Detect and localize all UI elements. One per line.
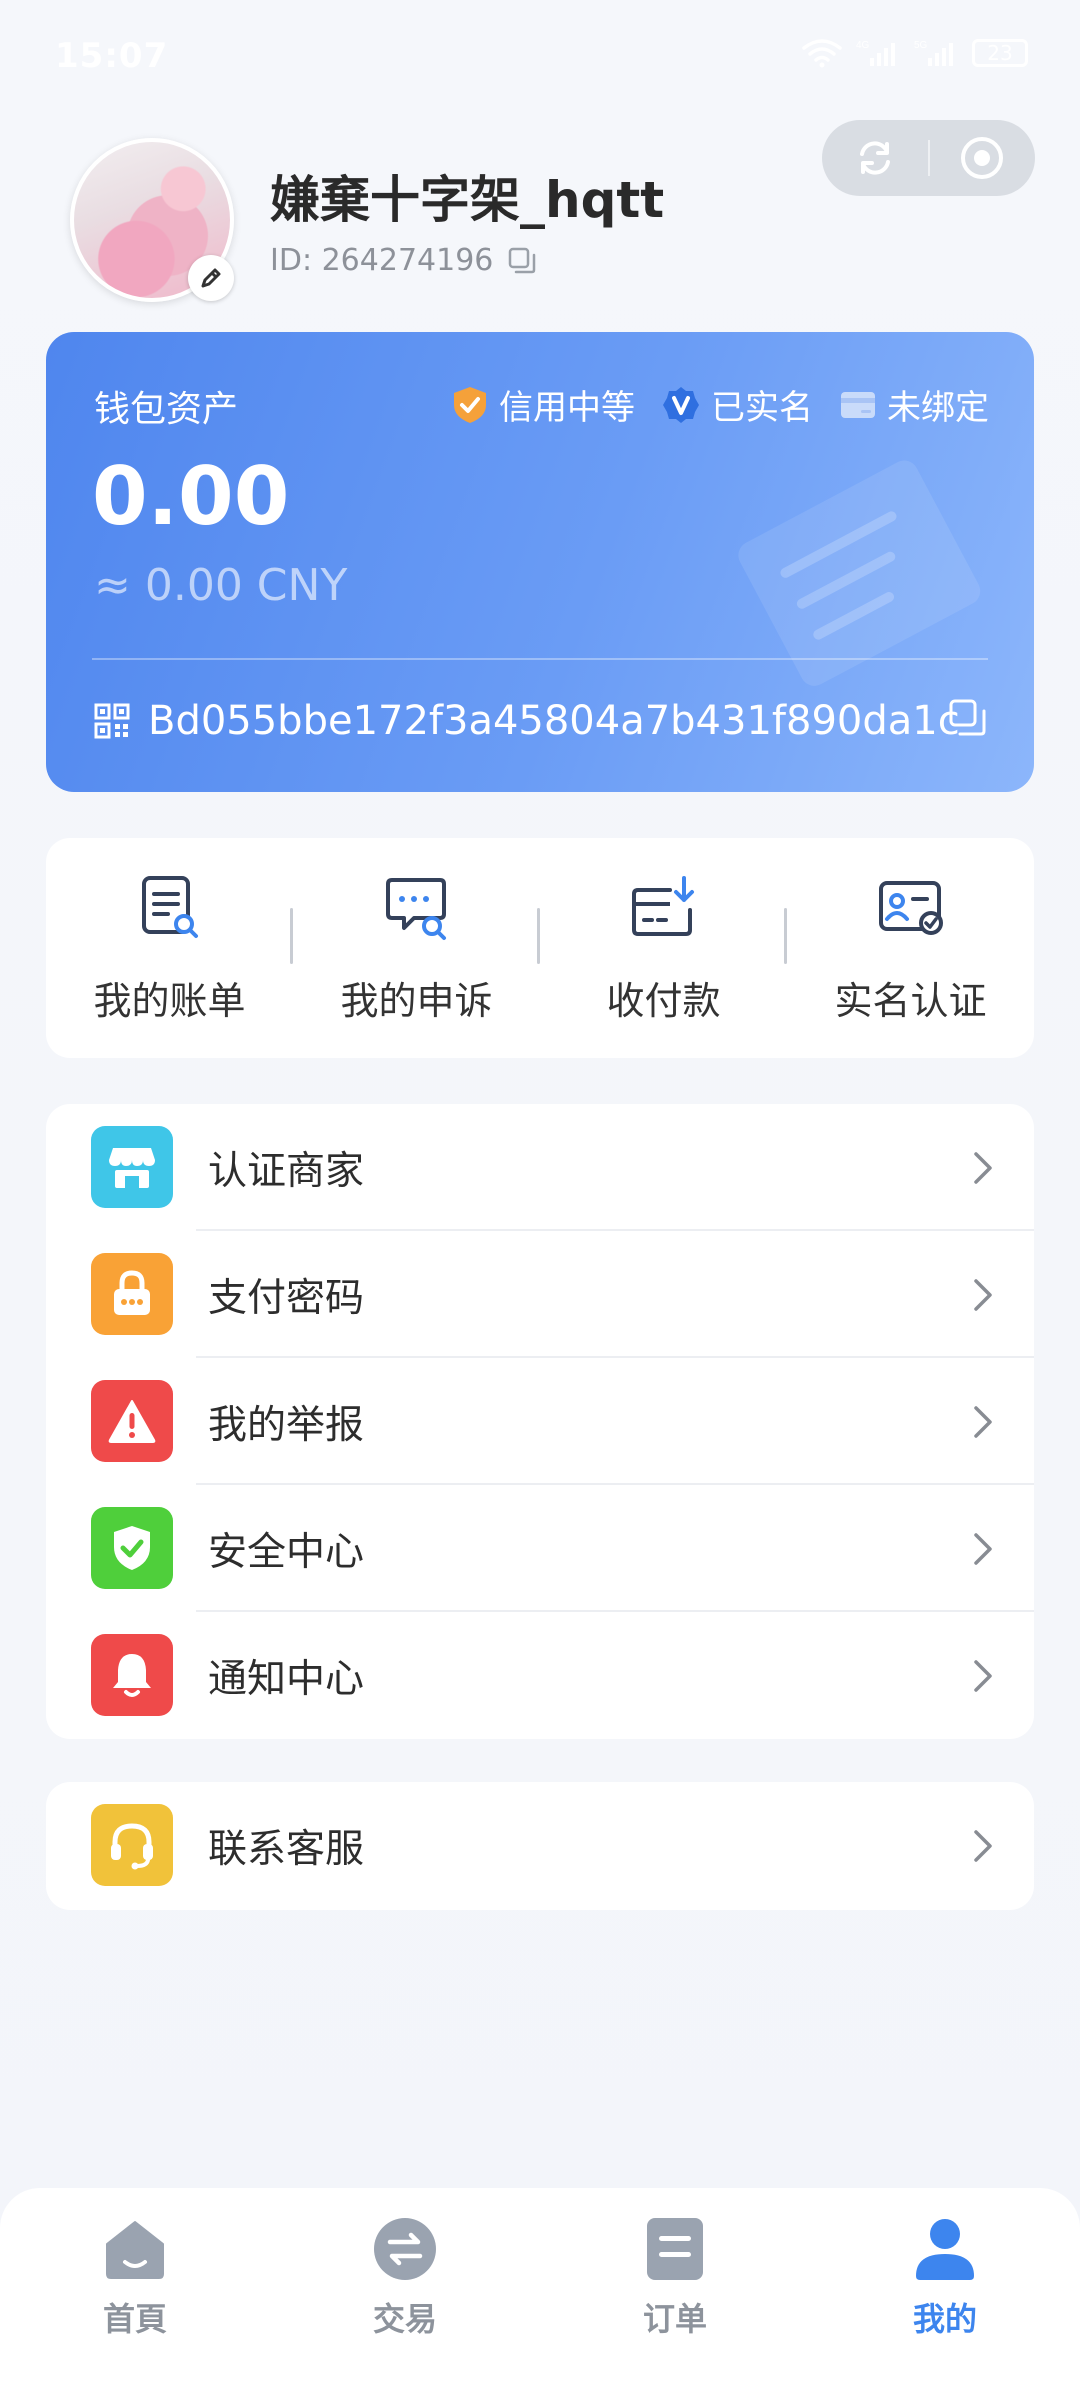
battery-level: 23 xyxy=(987,41,1013,65)
quick-action-payments[interactable]: 收付款 xyxy=(540,838,787,1058)
menu-item-security[interactable]: 安全中心 xyxy=(46,1485,1034,1612)
shield-check-icon xyxy=(454,386,486,423)
status-bar: 15:07 4G 5G 23 xyxy=(0,0,1080,110)
menu-label: 认证商家 xyxy=(208,1148,365,1194)
wifi-icon xyxy=(802,39,842,68)
menu-label: 安全中心 xyxy=(208,1529,365,1575)
support-menu: 联系客服 xyxy=(46,1782,1034,1910)
quick-action-label: 我的申诉 xyxy=(340,979,493,1023)
verified-badge[interactable]: 已实名 xyxy=(661,380,813,429)
home-icon xyxy=(100,2214,170,2284)
network-type-label: 4G xyxy=(856,40,870,51)
tab-label: 我的 xyxy=(912,2300,977,2338)
pencil-icon xyxy=(201,268,221,288)
order-icon xyxy=(640,2214,710,2284)
mini-program-capsule xyxy=(822,120,1035,196)
signal-icon: 4G xyxy=(856,40,895,66)
wallet-balance: 0.00 xyxy=(92,450,290,543)
profile-page: 15:07 4G 5G 23 嫌棄十字架_hqtt ID: 264274196 … xyxy=(0,0,1080,2388)
edit-avatar-button[interactable] xyxy=(188,255,234,301)
chevron-right-icon xyxy=(974,1152,992,1184)
wallet-badges: 信用中等 已实名 未绑定 xyxy=(451,380,989,429)
tab-home[interactable]: 首頁 xyxy=(0,2188,270,2388)
battery-icon: 23 xyxy=(972,39,1028,67)
user-id: ID: 264274196 xyxy=(270,243,494,278)
wallet-divider xyxy=(92,658,988,660)
menu-label: 我的举报 xyxy=(208,1402,365,1448)
tab-mine[interactable]: 我的 xyxy=(810,2188,1080,2388)
headset-icon xyxy=(91,1804,173,1886)
id-card-verified-icon xyxy=(875,872,947,944)
shield-icon xyxy=(91,1507,173,1589)
wallet-title: 钱包资产 xyxy=(94,389,239,430)
chevron-right-icon xyxy=(974,1533,992,1565)
copy-address-icon[interactable] xyxy=(948,698,988,738)
wallet-decoration xyxy=(738,460,981,686)
quick-action-label: 收付款 xyxy=(606,979,721,1023)
chevron-right-icon xyxy=(974,1830,992,1862)
warning-icon xyxy=(91,1380,173,1462)
quick-action-bills[interactable]: 我的账单 xyxy=(46,838,293,1058)
menu-label: 支付密码 xyxy=(208,1275,365,1321)
credit-badge-label: 信用中等 xyxy=(499,388,635,428)
target-icon xyxy=(961,137,1004,179)
wallet-address-row[interactable]: Bd055bbe172f3a45804a7b431f890da1c xyxy=(94,698,960,744)
network-type-label-2: 5G xyxy=(914,40,928,51)
bind-card-badge-label: 未绑定 xyxy=(887,388,989,428)
wallet-cny-balance: ≈ 0.00 CNY xyxy=(94,560,348,611)
settings-menu: 认证商家 支付密码 我的举报 安全中心 通知中心 xyxy=(46,1104,1034,1739)
tab-label: 交易 xyxy=(372,2300,437,2338)
user-icon xyxy=(910,2214,980,2284)
credit-badge[interactable]: 信用中等 xyxy=(451,380,635,429)
tab-orders[interactable]: 订单 xyxy=(540,2188,810,2388)
copy-id-icon[interactable] xyxy=(507,246,537,276)
bill-search-icon xyxy=(134,872,206,944)
wallet-card[interactable]: 钱包资产 信用中等 已实名 未绑定 0.00 ≈ 0.00 CNY Bd055b… xyxy=(46,332,1034,792)
store-icon xyxy=(91,1126,173,1208)
menu-item-reports[interactable]: 我的举报 xyxy=(46,1358,1034,1485)
quick-action-label: 我的账单 xyxy=(93,979,246,1023)
menu-item-payment-password[interactable]: 支付密码 xyxy=(46,1231,1034,1358)
menu-label: 联系客服 xyxy=(208,1827,365,1872)
quick-action-appeals[interactable]: 我的申诉 xyxy=(293,838,540,1058)
menu-item-merchant[interactable]: 认证商家 xyxy=(46,1104,1034,1231)
close-target-button[interactable] xyxy=(930,120,1036,196)
status-icons: 4G 5G 23 xyxy=(802,38,1028,68)
quick-action-label: 实名认证 xyxy=(834,979,987,1023)
exchange-icon xyxy=(370,2214,440,2284)
wallet-address: Bd055bbe172f3a45804a7b431f890da1c xyxy=(148,698,960,744)
bind-card-badge[interactable]: 未绑定 xyxy=(839,380,989,429)
refresh-button[interactable] xyxy=(822,120,928,196)
tab-label: 首頁 xyxy=(102,2300,167,2338)
tab-label: 订单 xyxy=(642,2300,707,2338)
bottom-tab-bar: 首頁 交易 订单 我的 xyxy=(0,2188,1080,2388)
menu-item-customer-service[interactable]: 联系客服 xyxy=(46,1782,1034,1910)
menu-item-notifications[interactable]: 通知中心 xyxy=(46,1612,1034,1739)
lock-icon xyxy=(91,1253,173,1335)
status-time: 15:07 xyxy=(55,36,169,76)
chevron-right-icon xyxy=(974,1660,992,1692)
verified-v-icon xyxy=(663,386,699,423)
username: 嫌棄十字架_hqtt xyxy=(270,171,665,229)
user-id-row: ID: 264274196 xyxy=(270,243,537,278)
quick-actions: 我的账单 我的申诉 收付款 实名认证 xyxy=(46,838,1034,1058)
verified-badge-label: 已实名 xyxy=(711,388,813,428)
signal-icon-2: 5G xyxy=(914,40,953,66)
chevron-right-icon xyxy=(974,1279,992,1311)
chevron-right-icon xyxy=(974,1406,992,1438)
menu-label: 通知中心 xyxy=(208,1656,365,1702)
refresh-icon xyxy=(859,141,890,175)
tab-trade[interactable]: 交易 xyxy=(270,2188,540,2388)
chat-search-icon xyxy=(381,872,453,944)
card-icon xyxy=(841,391,875,418)
wallet-download-icon xyxy=(628,872,700,944)
bell-icon xyxy=(91,1634,173,1716)
quick-action-verification[interactable]: 实名认证 xyxy=(787,838,1034,1058)
qr-code-icon xyxy=(94,703,130,739)
